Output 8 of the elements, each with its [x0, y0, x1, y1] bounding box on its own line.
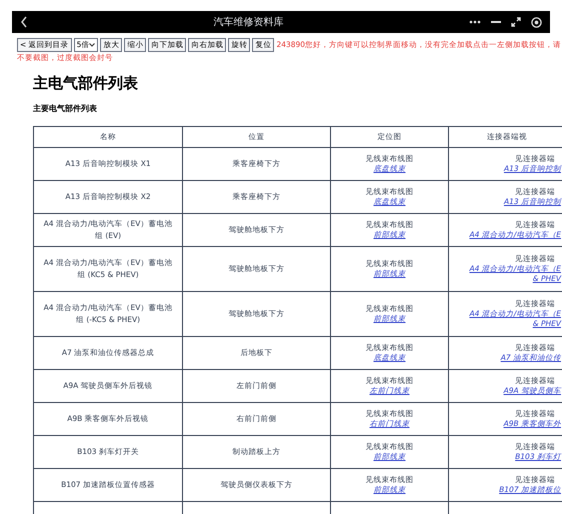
page-subheading: 主要电气部件列表: [33, 104, 98, 114]
back-icon[interactable]: [20, 16, 28, 28]
page-heading: 主电气部件列表: [33, 73, 139, 93]
restore-icon[interactable]: [511, 17, 521, 27]
chevron-down-icon: [89, 43, 96, 47]
target-icon[interactable]: [531, 16, 542, 28]
more-icon[interactable]: [469, 20, 481, 24]
window-title: 汽车维修资料库: [212, 16, 284, 30]
